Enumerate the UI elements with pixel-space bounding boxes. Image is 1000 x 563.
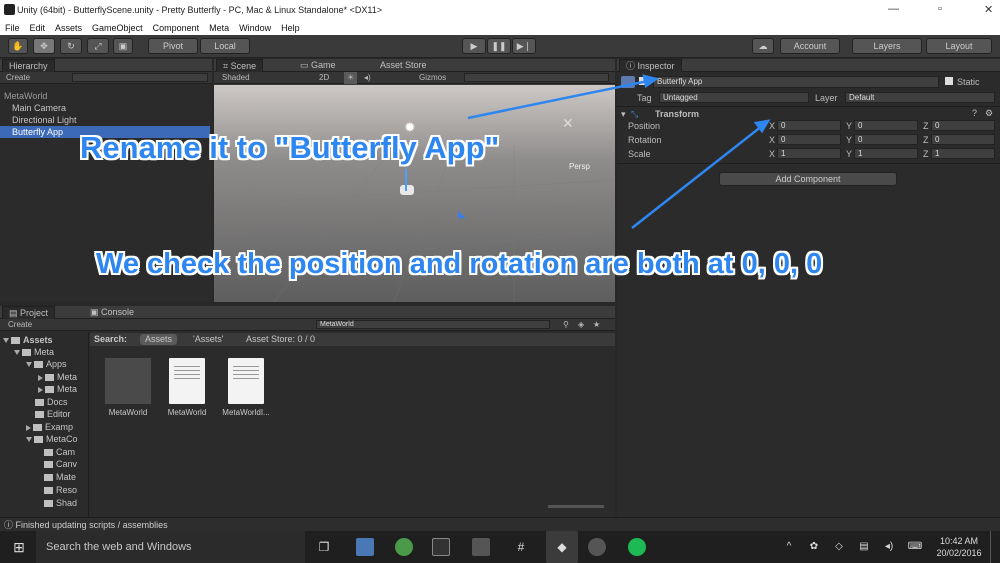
spotify-icon[interactable] [628, 538, 646, 556]
task-view-icon[interactable]: ❐ [315, 538, 333, 556]
annotation-arrows [467, 74, 771, 229]
unity-taskbar-icon[interactable]: ◆ [546, 531, 578, 563]
volume-icon[interactable]: ◂) [880, 538, 898, 556]
taskbar: ⊞ Search the web and Windows ❐ # ◆ ^ ✿ ◇… [0, 531, 1000, 563]
tray-icon[interactable]: ✿ [805, 538, 823, 556]
show-desktop-button[interactable] [990, 531, 1000, 563]
status-text: Finished updating scripts / assemblies [15, 520, 168, 530]
info-icon: ⓘ [4, 520, 16, 530]
app-icon[interactable] [588, 538, 606, 556]
browser-icon[interactable] [395, 538, 413, 556]
show-hidden-icons-icon[interactable]: ^ [780, 538, 798, 556]
clock-time: 10:42 AM [939, 536, 979, 546]
media-app-icon[interactable] [472, 538, 490, 556]
status-bar: ⓘ Finished updating scripts / assemblies [0, 517, 1000, 531]
annotation-rename: Rename it to "Butterfly App" [80, 130, 500, 165]
taskbar-search-box[interactable]: Search the web and Windows [36, 531, 305, 563]
network-icon[interactable]: ▤ [855, 538, 873, 556]
clock-date: 20/02/2016 [936, 548, 982, 558]
windows-start-icon[interactable]: ⊞ [10, 538, 28, 556]
file-explorer-icon[interactable] [356, 538, 374, 556]
slack-icon[interactable]: # [512, 538, 530, 556]
annotation-check: We check the position and rotation are b… [96, 248, 823, 280]
command-prompt-icon[interactable] [432, 538, 450, 556]
keyboard-icon[interactable]: ⌨ [906, 538, 924, 556]
clock[interactable]: 10:42 AM 20/02/2016 [935, 535, 983, 559]
dropbox-icon[interactable]: ◇ [830, 538, 848, 556]
